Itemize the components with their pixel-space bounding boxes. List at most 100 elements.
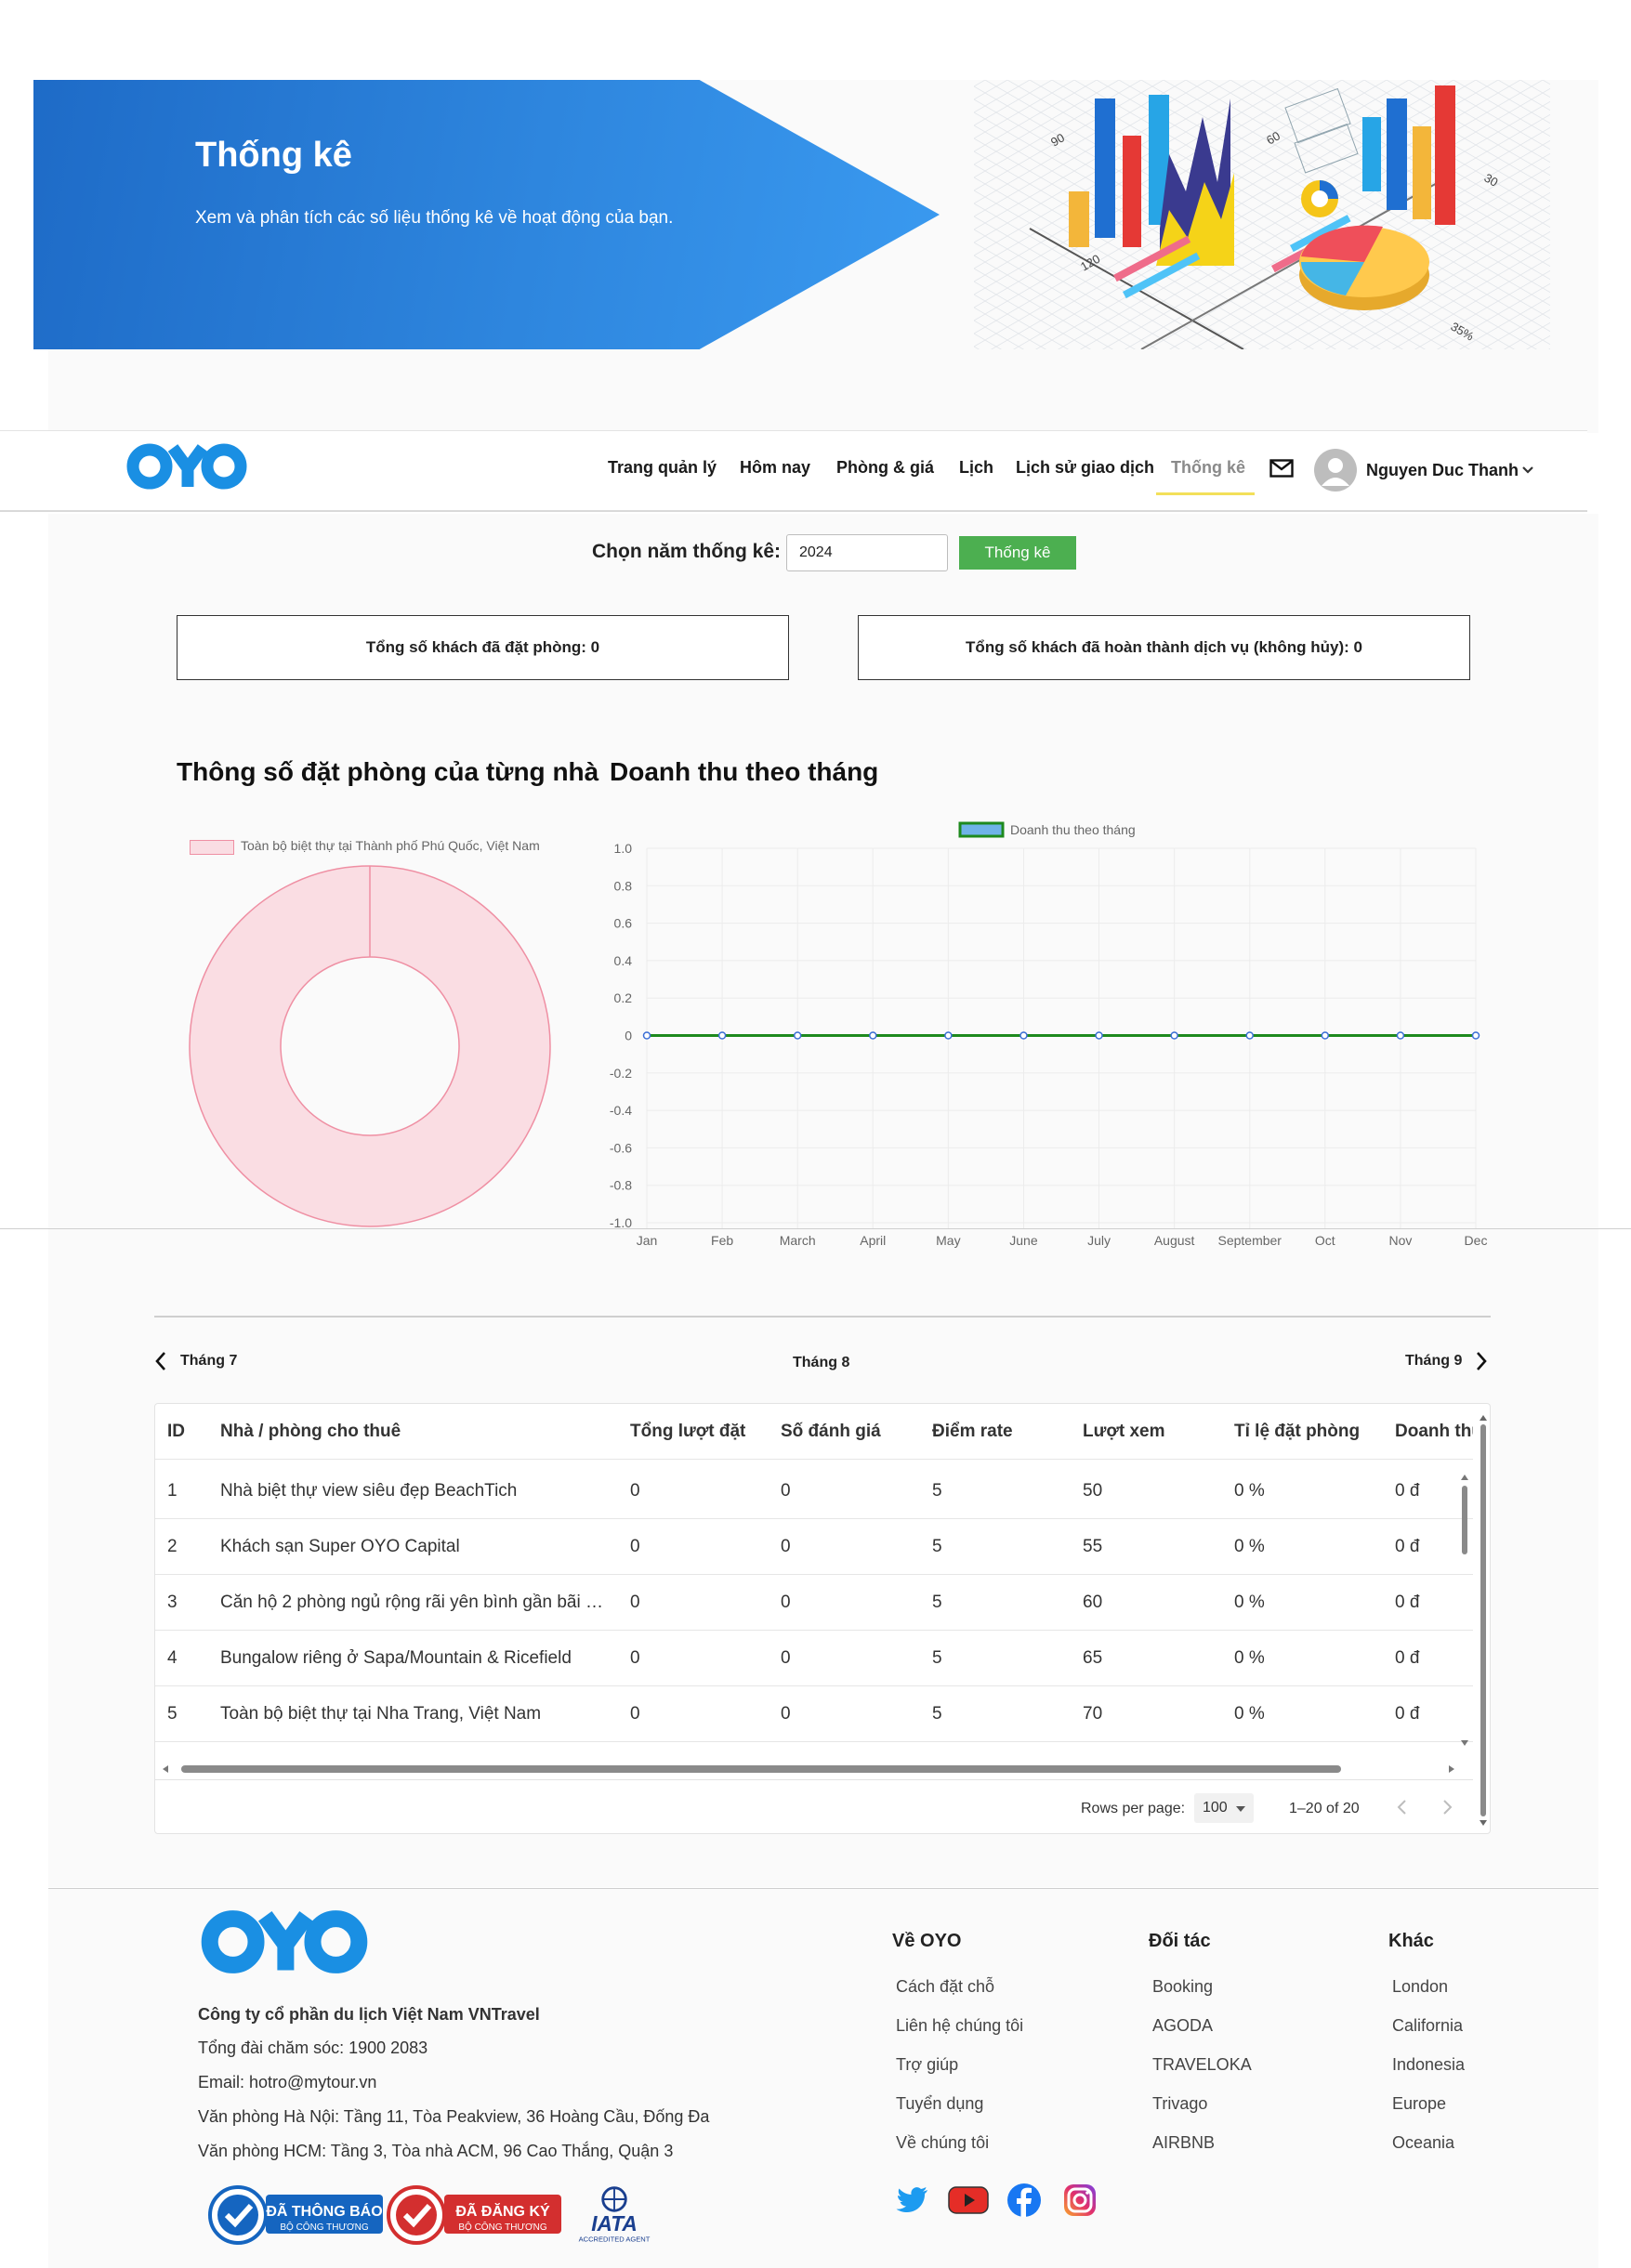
footer-link-other[interactable]: Indonesia <box>1392 2055 1465 2075</box>
x-tick-label: Dec <box>1465 1233 1488 1248</box>
x-tick-label: Oct <box>1315 1233 1335 1248</box>
avatar[interactable] <box>1314 449 1357 492</box>
table-row[interactable]: 5 Toàn bộ biệt thự tại Nha Trang, Việt Na… <box>155 1686 1473 1742</box>
footer-link-partners[interactable]: Booking <box>1152 1977 1213 1997</box>
cell-house-name: Bungalow riêng ở Sapa/Mountain & Ricefie… <box>220 1648 572 1668</box>
nav-rooms-prices[interactable]: Phòng & giá <box>836 458 934 478</box>
twitter-icon[interactable] <box>894 2182 931 2219</box>
cell-total-bookings: 0 <box>630 1481 640 1501</box>
svg-text:BỘ CÔNG THƯƠNG: BỘ CÔNG THƯƠNG <box>458 2221 546 2233</box>
cell-review-count: 0 <box>781 1481 791 1501</box>
svg-text:ĐÃ ĐĂNG KÝ: ĐÃ ĐĂNG KÝ <box>455 2201 550 2220</box>
next-month-button[interactable]: Tháng 9 <box>1405 1351 1488 1371</box>
nav-statistics[interactable]: Thống kê <box>1171 458 1245 478</box>
month-nav-divider <box>154 1316 1491 1318</box>
year-input[interactable] <box>786 534 948 571</box>
nav-calendar[interactable]: Lịch <box>959 458 993 478</box>
nav-dashboard[interactable]: Trang quản lý <box>608 458 717 478</box>
instagram-icon[interactable] <box>1061 2182 1098 2219</box>
page-title: Thống kê <box>195 136 352 175</box>
col-total-bookings-header[interactable]: Tổng lượt đặt <box>630 1404 769 1460</box>
footer-link-partners[interactable]: AGODA <box>1152 2016 1213 2036</box>
table-row[interactable]: 1 Nhà biệt thự view siêu đẹp BeachTich 0 0 5… <box>155 1463 1473 1519</box>
doughnut-legend-swatch[interactable] <box>190 840 234 855</box>
y-tick-label: 0.8 <box>614 878 633 893</box>
footer-link-other[interactable]: Oceania <box>1392 2133 1454 2153</box>
cell-booking-rate: 0 % <box>1234 1704 1265 1724</box>
x-tick-label: September <box>1217 1233 1282 1248</box>
ministry-registered-badge[interactable]: ĐÃ ĐĂNG KÝ BỘ CÔNG THƯƠNG <box>387 2183 563 2247</box>
footer-link-about[interactable]: Liên hệ chúng tôi <box>896 2016 1023 2036</box>
statistics-submit-button[interactable]: Thống kê <box>959 536 1076 570</box>
line-legend-label: Doanh thu theo tháng <box>1010 822 1136 837</box>
table-horizontal-scrollbar[interactable] <box>161 1763 1462 1776</box>
col-house-header[interactable]: Nhà / phòng cho thuê <box>220 1404 611 1460</box>
cell-house-name: Căn hộ 2 phòng ngủ rộng rãi yên bình gần… <box>220 1593 611 1612</box>
footer-link-other[interactable]: London <box>1392 1977 1448 1997</box>
current-month-label: Tháng 8 <box>793 1355 850 1370</box>
revenue-data-point <box>1245 1031 1254 1040</box>
prev-month-button[interactable]: Tháng 7 <box>154 1351 237 1371</box>
col-booking-rate-header[interactable]: Tỉ lệ đặt phòng <box>1234 1404 1383 1460</box>
revenue-data-point <box>1396 1031 1405 1040</box>
footer-link-about[interactable]: Cách đặt chỗ <box>896 1977 994 1997</box>
iata-badge[interactable]: IATA ACCREDITED AGENT <box>574 2183 654 2247</box>
next-page-icon[interactable] <box>1438 1797 1456 1817</box>
chevron-down-icon[interactable] <box>1520 463 1535 478</box>
footer-link-other[interactable]: Europe <box>1392 2094 1446 2114</box>
facebook-icon[interactable] <box>1006 2182 1043 2219</box>
cell-rating: 5 <box>932 1704 942 1724</box>
cell-id: 3 <box>167 1593 178 1612</box>
table-header-row: ID Nhà / phòng cho thuê Tổng lượt đặt Số… <box>155 1404 1473 1460</box>
youtube-icon[interactable] <box>948 2182 989 2219</box>
table-row[interactable]: 2 Khách sạn Super OYO Capital 0 0 5 55 0 % 0 đ <box>155 1519 1473 1575</box>
footer-link-partners[interactable]: AIRBNB <box>1152 2133 1215 2153</box>
col-rating-header[interactable]: Điểm rate <box>932 1404 1072 1460</box>
footer-company-name: Công ty cổ phần du lịch Việt Nam VNTrave… <box>198 2005 540 2024</box>
col-review-count-header[interactable]: Số đánh giá <box>781 1404 920 1460</box>
footer-link-about[interactable]: Về chúng tôi <box>896 2133 989 2153</box>
table-row[interactable]: 3 Căn hộ 2 phòng ngủ rộng rãi yên bình gầ… <box>155 1575 1473 1631</box>
col-revenue-header[interactable]: Doanh thu <box>1395 1404 1473 1460</box>
footer-link-about[interactable]: Tuyển dụng <box>896 2094 983 2114</box>
chevron-left-icon <box>155 1352 165 1370</box>
cell-id: 1 <box>167 1481 178 1501</box>
prev-month-label: Tháng 7 <box>180 1353 238 1369</box>
ministry-notified-badge[interactable]: ĐÃ THÔNG BÁO BỘ CÔNG THƯƠNG <box>208 2183 385 2247</box>
col-views-header[interactable]: Lượt xem <box>1083 1404 1222 1460</box>
previous-page-icon[interactable] <box>1393 1797 1412 1817</box>
page-subtitle: Xem và phân tích các số liệu thống kê về… <box>195 208 674 228</box>
svg-text:BỘ CÔNG THƯƠNG: BỘ CÔNG THƯƠNG <box>280 2221 368 2233</box>
mail-icon[interactable] <box>1269 459 1294 478</box>
nav-today[interactable]: Hôm nay <box>740 458 810 478</box>
footer-link-partners[interactable]: TRAVELOKA <box>1152 2055 1252 2075</box>
cell-review-count: 0 <box>781 1704 791 1724</box>
footer-partners-title: Đối tác <box>1149 1931 1211 1951</box>
nav-transaction-history[interactable]: Lịch sử giao dịch <box>1016 458 1154 478</box>
cell-id: 5 <box>167 1704 178 1724</box>
monthly-revenue-line-chart: 1.00.80.60.40.20-0.2-0.4-0.6-0.8-1.0Jan F… <box>610 821 1488 1248</box>
cell-review-count: 0 <box>781 1593 791 1612</box>
table-row[interactable]: 4 Bungalow riêng ở Sapa/Mountain & Ricefi… <box>155 1631 1473 1686</box>
col-id-header[interactable]: ID <box>167 1404 204 1460</box>
footer-link-about[interactable]: Trợ giúp <box>896 2055 958 2075</box>
doughnut-legend-label[interactable]: Toàn bộ biệt thự tại Thành phố Phú Quốc,… <box>241 838 540 853</box>
footer-other-title: Khác <box>1388 1931 1434 1951</box>
pagination-range: 1–20 of 20 <box>1289 1801 1360 1816</box>
y-tick-label: -0.8 <box>610 1178 632 1193</box>
footer-oyo-logo[interactable] <box>199 1908 370 1975</box>
oyo-logo[interactable] <box>126 442 247 491</box>
user-name[interactable]: Nguyen Duc Thanh <box>1366 461 1519 480</box>
cell-views: 65 <box>1083 1648 1103 1668</box>
table-body-vertical-scrollbar[interactable] <box>1460 1471 1469 1750</box>
cell-total-bookings: 0 <box>630 1593 640 1612</box>
revenue-data-point <box>944 1031 953 1040</box>
footer-email: Email: hotro@mytour.vn <box>198 2073 377 2091</box>
footer-link-other[interactable]: California <box>1392 2016 1463 2036</box>
chevron-right-icon <box>1477 1352 1488 1370</box>
cell-booking-rate: 0 % <box>1234 1537 1265 1556</box>
x-tick-label: Nov <box>1388 1233 1412 1248</box>
table-vertical-scrollbar[interactable] <box>1479 1411 1488 1829</box>
footer-link-partners[interactable]: Trivago <box>1152 2094 1207 2114</box>
cell-review-count: 0 <box>781 1648 791 1668</box>
